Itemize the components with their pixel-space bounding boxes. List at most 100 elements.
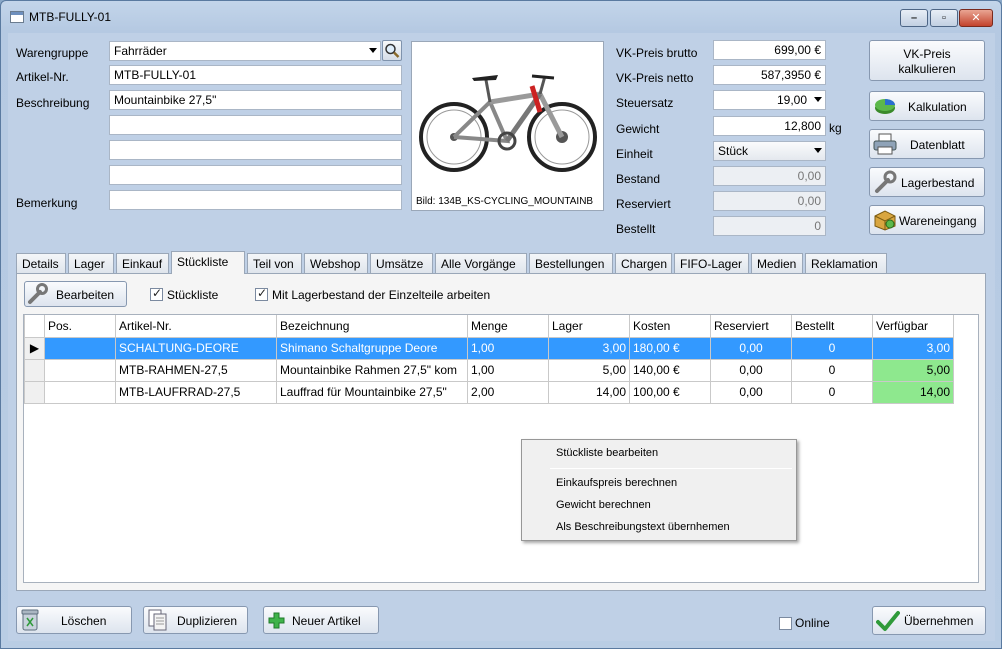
tab-teil-von[interactable]: Teil von [247, 253, 302, 273]
vk-netto-label: VK-Preis netto [616, 71, 694, 85]
cell-lager[interactable]: 3,00 [548, 336, 630, 360]
col-reserviert[interactable]: Reserviert [710, 315, 792, 338]
menu-item-einkaufspreis-berechnen[interactable]: Einkaufspreis berechnen [556, 477, 677, 489]
cell-menge[interactable]: 1,00 [467, 336, 549, 360]
table-row[interactable]: MTB-RAHMEN-27,5 Mountainbike Rahmen 27,5… [24, 358, 954, 382]
stueckliste-checkbox[interactable] [150, 286, 163, 301]
chevron-down-icon [369, 48, 377, 53]
table-row[interactable]: ▶ SCHALTUNG-DEORE Shimano Schaltgruppe D… [24, 336, 954, 360]
trash-icon [21, 609, 39, 631]
cell-reserviert[interactable]: 0,00 [710, 380, 792, 404]
vk-kalkulieren-line2: kalkulieren [898, 62, 956, 76]
gewicht-input[interactable]: 12,800 [713, 116, 826, 136]
warengruppe-search-button[interactable] [382, 40, 402, 61]
wrench-icon [28, 283, 48, 304]
tab-bestellungen[interactable]: Bestellungen [529, 253, 613, 273]
cell-bezeichnung[interactable]: Lauffrad für Mountainbike 27,5" [276, 380, 468, 404]
cell-artikelnr[interactable]: MTB-RAHMEN-27,5 [115, 358, 277, 382]
close-button[interactable]: ✕ [959, 9, 993, 27]
steuersatz-select[interactable]: 19,00 [713, 90, 826, 110]
beschreibung-input[interactable]: Mountainbike 27,5" [109, 90, 402, 110]
cell-menge[interactable]: 1,00 [467, 358, 549, 382]
tab-stueckliste[interactable]: Stückliste [171, 251, 245, 274]
beschreibung-line-2[interactable] [109, 115, 402, 135]
menu-item-gewicht-berechnen[interactable]: Gewicht berechnen [556, 499, 651, 511]
vk-kalkulieren-line1: VK-Preis [903, 47, 951, 61]
col-bezeichnung[interactable]: Bezeichnung [276, 315, 468, 338]
uebernehmen-button[interactable]: Übernehmen [872, 606, 986, 635]
tab-webshop[interactable]: Webshop [304, 253, 368, 273]
copy-icon [148, 609, 167, 631]
vk-brutto-input[interactable]: 699,00 € [713, 40, 826, 60]
cell-verfuegbar[interactable]: 3,00 [872, 336, 954, 360]
tab-reklamation[interactable]: Reklamation [805, 253, 887, 273]
col-bestellt[interactable]: Bestellt [791, 315, 873, 338]
tab-medien[interactable]: Medien [751, 253, 803, 273]
col-pos[interactable]: Pos. [44, 315, 116, 338]
cell-verfuegbar[interactable]: 14,00 [872, 380, 954, 404]
cell-lager[interactable]: 5,00 [548, 358, 630, 382]
cell-bezeichnung[interactable]: Mountainbike Rahmen 27,5" kom [276, 358, 468, 382]
tab-einkauf[interactable]: Einkauf [116, 253, 169, 273]
cell-bestellt[interactable]: 0 [791, 336, 873, 360]
table-row[interactable]: MTB-LAUFRRAD-27,5 Lauffrad für Mountainb… [24, 380, 954, 404]
cell-pos[interactable] [44, 358, 116, 382]
cell-artikelnr[interactable]: MTB-LAUFRRAD-27,5 [115, 380, 277, 404]
cell-menge[interactable]: 2,00 [467, 380, 549, 404]
neuer-artikel-button[interactable]: Neuer Artikel [263, 606, 379, 634]
article-image[interactable]: Bild: 134B_KS-CYCLING_MOUNTAINB [411, 41, 604, 211]
warengruppe-select[interactable]: Fahrräder [109, 41, 381, 61]
cell-pos[interactable] [44, 380, 116, 404]
gewicht-label: Gewicht [616, 122, 660, 136]
stueckliste-grid[interactable]: Pos. Artikel-Nr. Bezeichnung Menge Lager… [23, 314, 979, 583]
cell-bezeichnung[interactable]: Shimano Schaltgruppe Deore [276, 336, 468, 360]
online-checkbox[interactable] [779, 617, 792, 630]
artikelnr-input[interactable]: MTB-FULLY-01 [109, 65, 402, 85]
cell-verfuegbar[interactable]: 5,00 [872, 358, 954, 382]
cell-kosten[interactable]: 180,00 € [629, 336, 711, 360]
beschreibung-line-4[interactable] [109, 165, 402, 185]
menu-item-als-beschreibungstext[interactable]: Als Beschreibungstext übernhemen [556, 521, 730, 533]
col-kosten[interactable]: Kosten [629, 315, 711, 338]
beschreibung-line-3[interactable] [109, 140, 402, 160]
vk-kalkulieren-button[interactable]: VK-Preis kalkulieren [869, 40, 985, 81]
einheit-select[interactable]: Stück [713, 141, 826, 161]
maximize-button[interactable]: ▫ [930, 9, 958, 27]
neuer-artikel-label: Neuer Artikel [292, 614, 361, 628]
tab-fifo-lager[interactable]: FIFO-Lager [674, 253, 749, 273]
cell-kosten[interactable]: 100,00 € [629, 380, 711, 404]
col-verfuegbar[interactable]: Verfügbar [872, 315, 954, 338]
cell-bestellt[interactable]: 0 [791, 358, 873, 382]
datenblatt-button[interactable]: Datenblatt [869, 129, 985, 159]
cell-pos[interactable] [44, 336, 116, 360]
cell-lager[interactable]: 14,00 [548, 380, 630, 404]
vk-netto-input[interactable]: 587,3950 € [713, 65, 826, 85]
tab-alle-vorgaenge[interactable]: Alle Vorgänge [435, 253, 527, 273]
tab-lager[interactable]: Lager [68, 253, 114, 273]
tab-chargen[interactable]: Chargen [615, 253, 672, 273]
menu-item-stueckliste-bearbeiten[interactable]: Stückliste bearbeiten [556, 447, 658, 459]
cell-kosten[interactable]: 140,00 € [629, 358, 711, 382]
lagerbestand-checkbox[interactable] [255, 286, 268, 301]
bemerkung-input[interactable] [109, 190, 402, 210]
printer-icon [873, 133, 897, 155]
wareneingang-button[interactable]: Wareneingang [869, 205, 985, 235]
lagerbestand-button[interactable]: Lagerbestand [869, 167, 985, 197]
tab-umsaetze[interactable]: Umsätze [370, 253, 433, 273]
tab-details[interactable]: Details [16, 253, 66, 273]
bestellt-label: Bestellt [616, 222, 656, 236]
bike-image [419, 74, 597, 172]
col-artikelnr[interactable]: Artikel-Nr. [115, 315, 277, 338]
cell-artikelnr[interactable]: SCHALTUNG-DEORE [115, 336, 277, 360]
cell-reserviert[interactable]: 0,00 [710, 336, 792, 360]
col-lager[interactable]: Lager [548, 315, 630, 338]
kalkulation-button[interactable]: Kalkulation [869, 91, 985, 121]
col-menge[interactable]: Menge [467, 315, 549, 338]
cell-reserviert[interactable]: 0,00 [710, 358, 792, 382]
minimize-button[interactable]: – [900, 9, 928, 27]
loeschen-button[interactable]: Löschen [16, 606, 132, 634]
bestand-field: 0,00 [713, 166, 826, 186]
duplizieren-button[interactable]: Duplizieren [143, 606, 248, 634]
bearbeiten-button[interactable]: Bearbeiten [24, 281, 127, 307]
cell-bestellt[interactable]: 0 [791, 380, 873, 404]
